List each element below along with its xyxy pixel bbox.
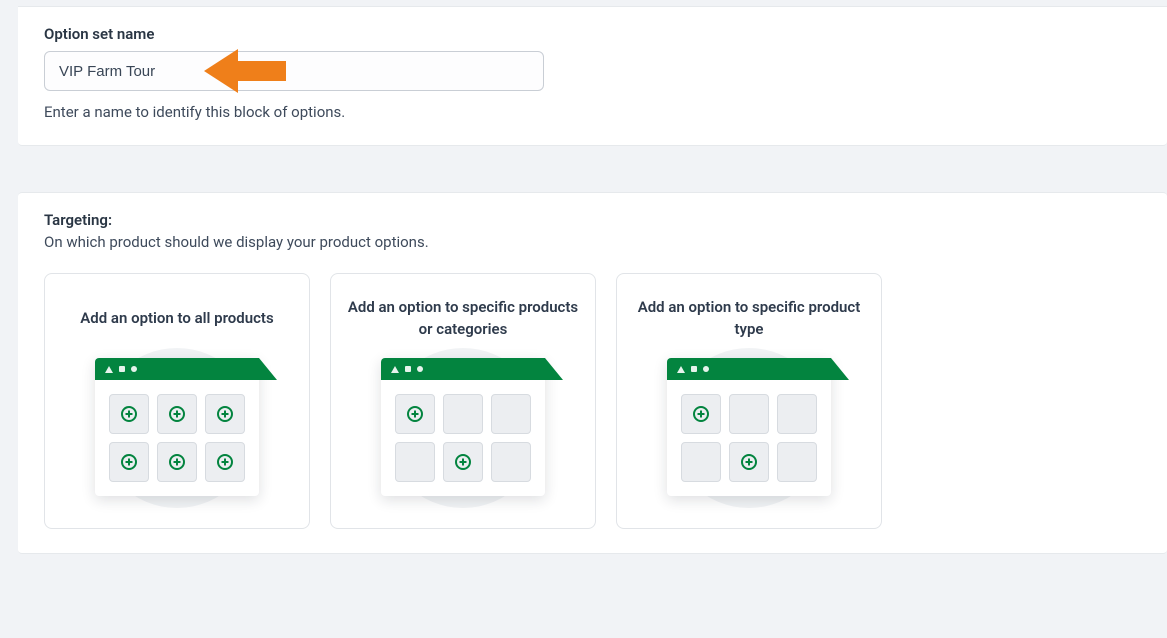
targeting-card-specific[interactable]: Add an option to specific products or ca… — [330, 273, 596, 529]
option-set-name-helper: Enter a name to identify this block of o… — [44, 103, 1141, 121]
targeting-card-all[interactable]: Add an option to all products — [44, 273, 310, 529]
option-set-name-input-wrap — [44, 51, 1141, 91]
tile-grid — [95, 380, 259, 496]
option-set-name-label: Option set name — [44, 25, 154, 43]
targeting-card-type[interactable]: Add an option to specific product type — [616, 273, 882, 529]
plus-circle-icon — [216, 453, 234, 471]
plus-circle-icon — [406, 405, 424, 423]
plus-circle-icon — [168, 453, 186, 471]
targeting-panel: Targeting: On which product should we di… — [18, 192, 1167, 554]
page-root: Option set name Enter a name to identify… — [0, 6, 1167, 638]
browser-mockup-icon — [667, 358, 831, 496]
plus-circle-icon — [120, 405, 138, 423]
option-set-name-panel: Option set name Enter a name to identify… — [18, 6, 1167, 146]
targeting-card-title: Add an option to specific products or ca… — [347, 296, 579, 342]
option-set-name-input[interactable] — [44, 51, 544, 91]
targeting-card-title: Add an option to specific product type — [633, 296, 865, 342]
targeting-illustration — [365, 354, 561, 502]
browser-mockup-icon — [381, 358, 545, 496]
browser-mockup-icon — [95, 358, 259, 496]
plus-circle-icon — [216, 405, 234, 423]
targeting-title: Targeting: — [44, 211, 1141, 229]
plus-circle-icon — [692, 405, 710, 423]
plus-circle-icon — [454, 453, 472, 471]
targeting-card-title: Add an option to all products — [80, 296, 273, 342]
targeting-illustration — [651, 354, 847, 502]
targeting-illustration — [79, 354, 275, 502]
tile-grid — [667, 380, 831, 496]
plus-circle-icon — [120, 453, 138, 471]
plus-circle-icon — [168, 405, 186, 423]
targeting-subtitle: On which product should we display your … — [44, 233, 1141, 251]
tile-grid — [381, 380, 545, 496]
plus-circle-icon — [740, 453, 758, 471]
targeting-cards: Add an option to all products — [44, 273, 1141, 529]
